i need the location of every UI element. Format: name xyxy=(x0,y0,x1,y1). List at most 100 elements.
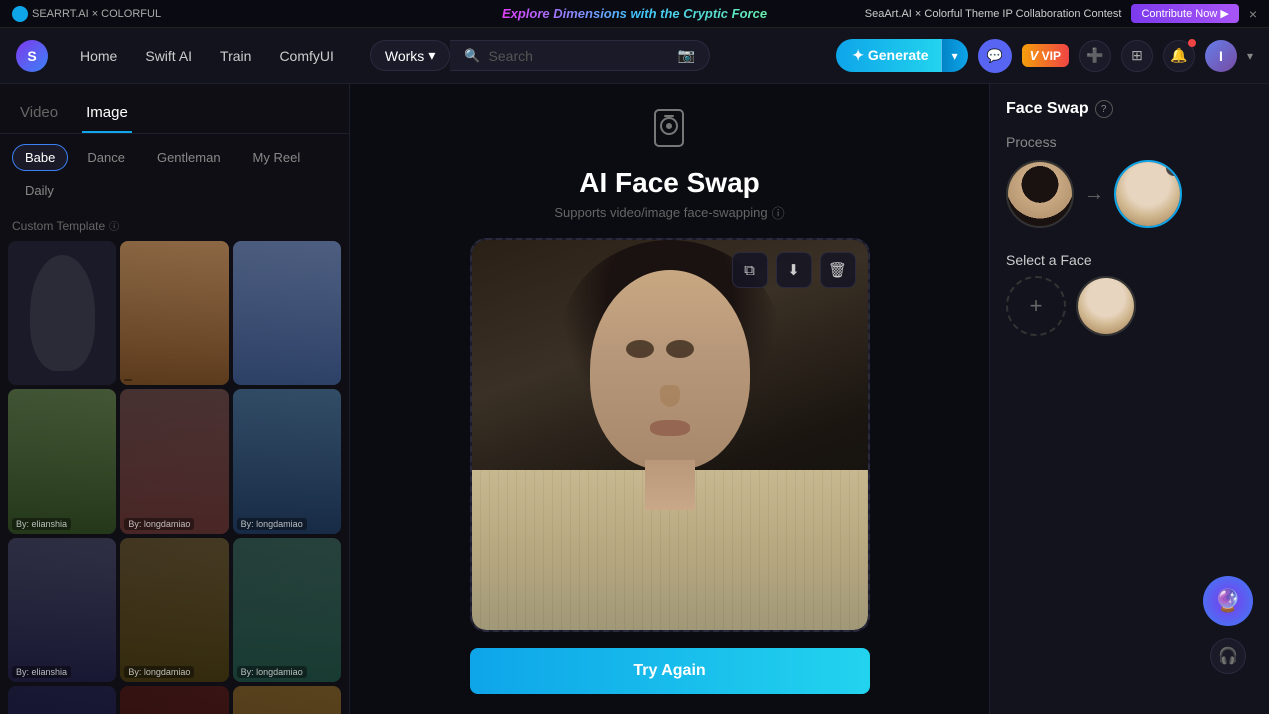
gallery-item[interactable] xyxy=(8,686,116,714)
notification-button[interactable]: 🔔 xyxy=(1163,40,1195,72)
cat-babe[interactable]: Babe xyxy=(12,144,68,171)
panel-title: Face Swap xyxy=(1006,100,1089,118)
sidebar-tabs: Video Image xyxy=(0,84,349,134)
add-face-button[interactable]: + xyxy=(1006,276,1066,336)
generate-button-group: ✦ Generate ▾ xyxy=(836,39,967,72)
gallery-item-placeholder xyxy=(8,241,116,385)
navbar: S Home Swift AI Train ComfyUI Works ▾ 🔍 … xyxy=(0,28,1269,84)
banner-title: Explore Dimensions with the Cryptic Forc… xyxy=(502,6,767,21)
gallery-item-byline: By: longdamiao xyxy=(124,666,194,678)
tab-video[interactable]: Video xyxy=(16,96,62,133)
grid-button[interactable]: ⊞ xyxy=(1121,40,1153,72)
gallery-item[interactable]: Helle Sara xyxy=(120,686,228,714)
copy-button[interactable]: ⧉ xyxy=(732,252,768,288)
gallery-item-byline: By: longdamiao xyxy=(237,518,307,530)
gallery-item[interactable]: By: longdamiao xyxy=(233,686,341,714)
logo[interactable]: S xyxy=(16,40,48,72)
headphone-icon: 🎧 xyxy=(1218,646,1238,666)
works-label: Works xyxy=(385,48,424,64)
user-avatar[interactable]: I xyxy=(1205,40,1237,72)
gallery-item[interactable]: By: longdamiao xyxy=(233,538,341,682)
mascot-button[interactable]: 🔮 xyxy=(1203,576,1253,626)
generate-button[interactable]: ✦ Generate xyxy=(836,39,940,72)
discord-icon: 💬 xyxy=(987,48,1003,64)
left-sidebar: Video Image Babe Dance Gentleman My Reel… xyxy=(0,84,350,714)
custom-template-label: Custom Template xyxy=(12,219,105,233)
float-panel: 🔮 🎧 xyxy=(1203,576,1253,674)
try-again-button[interactable]: Try Again xyxy=(470,648,870,694)
tab-image[interactable]: Image xyxy=(82,96,132,133)
banner-right: SeaArt.AI × Colorful Theme IP Collaborat… xyxy=(865,4,1257,23)
download-button[interactable]: ⬇ xyxy=(776,252,812,288)
cat-my-reel[interactable]: My Reel xyxy=(240,144,314,171)
select-face-section: Select a Face + xyxy=(1006,244,1253,336)
gallery-item[interactable] xyxy=(120,241,228,385)
nav-swift-ai[interactable]: Swift AI xyxy=(133,42,204,70)
main-image-container: ⧉ ⬇ 🗑 xyxy=(470,238,870,632)
category-tabs: Babe Dance Gentleman My Reel Daily xyxy=(0,134,349,214)
gallery-item[interactable] xyxy=(233,241,341,385)
banner-close-button[interactable]: × xyxy=(1249,6,1257,22)
face-option[interactable] xyxy=(1076,276,1136,336)
gallery: By: elianshia By: longdamiao By: longdam… xyxy=(0,241,349,714)
main-layout: Video Image Babe Dance Gentleman My Reel… xyxy=(0,84,1269,714)
face-swap-title: AI Face Swap xyxy=(554,167,784,199)
support-button[interactable]: 🎧 xyxy=(1210,638,1246,674)
panel-help-icon: ? xyxy=(1095,100,1113,118)
gallery-item[interactable]: By: elianshia xyxy=(8,538,116,682)
works-selector[interactable]: Works ▾ xyxy=(370,40,450,71)
process-arrow-icon: → xyxy=(1084,183,1104,206)
process-close-button[interactable]: × xyxy=(1166,160,1182,176)
delete-button[interactable]: 🗑 xyxy=(820,252,856,288)
cat-dance[interactable]: Dance xyxy=(74,144,138,171)
nav-right: ✦ Generate ▾ 💬 V VIP ➕ ⊞ 🔔 I ▾ xyxy=(836,39,1253,73)
contribute-button[interactable]: Contribute Now ▶ xyxy=(1131,4,1238,23)
face-swap-header: AI Face Swap Supports video/image face-s… xyxy=(554,104,784,222)
banner-logos: SEARRT.AI × COLORFUL xyxy=(12,6,161,22)
custom-template-row: Custom Template ⓘ xyxy=(0,214,349,241)
discord-button[interactable]: 💬 xyxy=(978,39,1012,73)
search-input[interactable] xyxy=(489,48,670,64)
gallery-item-byline: By: longdamiao xyxy=(124,518,194,530)
nav-comfyui[interactable]: ComfyUI xyxy=(267,42,345,70)
banner-subtitle: SeaArt.AI × Colorful Theme IP Collaborat… xyxy=(865,8,1122,20)
plus-button[interactable]: ➕ xyxy=(1079,40,1111,72)
nav-train[interactable]: Train xyxy=(208,42,263,70)
promo-banner: SEARRT.AI × COLORFUL Explore Dimensions … xyxy=(0,0,1269,28)
cat-daily[interactable]: Daily xyxy=(12,177,67,204)
gallery-item[interactable] xyxy=(8,241,116,385)
gallery-item-byline: By: elianshia xyxy=(12,518,71,530)
target-face: × xyxy=(1114,160,1182,228)
gallery-item[interactable]: By: longdamiao xyxy=(120,538,228,682)
vip-badge[interactable]: V VIP xyxy=(1022,44,1069,67)
gallery-item[interactable]: By: longdamiao xyxy=(120,389,228,533)
gallery-item-byline: By: longdamiao xyxy=(237,666,307,678)
generate-dropdown-button[interactable]: ▾ xyxy=(941,39,968,72)
avatar-chevron-icon[interactable]: ▾ xyxy=(1247,49,1253,63)
process-label: Process xyxy=(1006,134,1253,150)
works-chevron-icon: ▾ xyxy=(428,47,435,64)
face-options: + xyxy=(1006,276,1253,336)
process-section: Process → × xyxy=(1006,134,1253,228)
search-bar: 🔍 📷 xyxy=(450,40,710,71)
nav-links: Home Swift AI Train ComfyUI xyxy=(68,42,346,70)
camera-icon[interactable]: 📷 xyxy=(678,47,695,64)
nav-home[interactable]: Home xyxy=(68,42,129,70)
search-icon: 🔍 xyxy=(464,48,480,64)
cat-gentleman[interactable]: Gentleman xyxy=(144,144,234,171)
face-swap-icon xyxy=(554,104,784,161)
image-toolbar: ⧉ ⬇ 🗑 xyxy=(732,252,856,288)
gallery-item[interactable]: By: elianshia xyxy=(8,389,116,533)
select-face-label: Select a Face xyxy=(1006,252,1253,268)
gallery-item[interactable]: By: longdamiao xyxy=(233,389,341,533)
vip-icon: V xyxy=(1030,48,1039,63)
info-icon: ⓘ xyxy=(772,203,785,222)
banner-brand: SEARRT.AI × COLORFUL xyxy=(12,6,161,22)
process-row: → × xyxy=(1006,160,1253,228)
gallery-grid: By: elianshia By: longdamiao By: longdam… xyxy=(8,241,341,714)
face-swap-subtitle: Supports video/image face-swapping ⓘ xyxy=(554,203,784,222)
custom-template-help-icon: ⓘ xyxy=(109,218,119,233)
gallery-item-byline: By: elianshia xyxy=(12,666,71,678)
center-area: AI Face Swap Supports video/image face-s… xyxy=(350,84,989,714)
source-face xyxy=(1006,160,1074,228)
